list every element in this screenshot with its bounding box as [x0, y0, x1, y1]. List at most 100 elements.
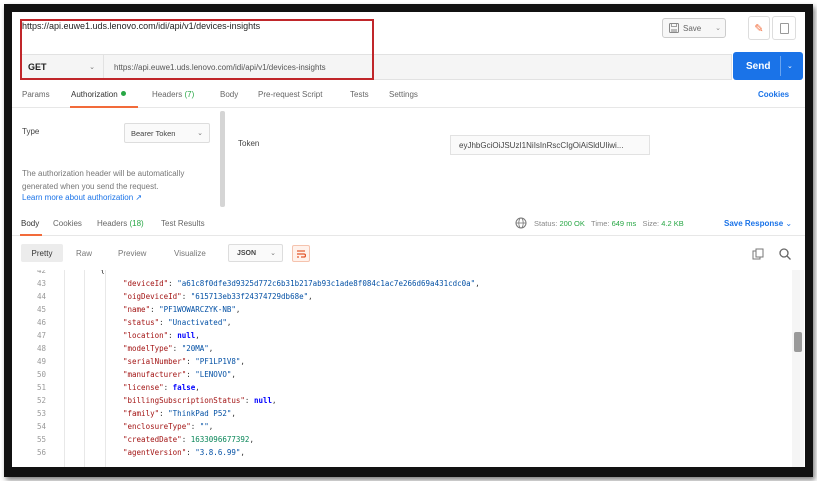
globe-icon[interactable] — [515, 217, 527, 229]
wrap-lines-icon — [297, 249, 306, 258]
json-comma: , — [249, 435, 254, 444]
json-comma: , — [308, 292, 313, 301]
line-number: 54 — [36, 422, 46, 431]
response-tab-test-results[interactable]: Test Results — [161, 219, 205, 228]
save-response-button[interactable]: Save Response ⌄ — [724, 219, 792, 228]
auth-type-value: Bearer Token — [131, 128, 176, 138]
auth-type-label: Type — [22, 127, 40, 136]
chevron-down-icon: ⌄ — [270, 250, 276, 257]
json-value: "PF1WOWARCZYK-NB" — [159, 305, 236, 314]
line-number: 42 — [36, 270, 46, 275]
line-number: 43 — [36, 279, 46, 288]
cookies-link[interactable]: Cookies — [758, 90, 789, 99]
response-tab-headers[interactable]: Headers (18) — [97, 219, 144, 228]
json-comma: , — [240, 448, 245, 457]
json-colon: : — [190, 422, 200, 431]
status-label: Status: — [534, 219, 558, 228]
learn-more-link[interactable]: Learn more about authorization ↗ — [22, 193, 142, 202]
code-line: "status": "Unactivated", — [123, 317, 231, 329]
scrollbar-thumb[interactable] — [794, 332, 802, 352]
json-comma: , — [235, 305, 241, 314]
response-tab-body[interactable]: Body — [21, 219, 39, 228]
json-key: "enclosureType" — [123, 422, 191, 431]
line-number: 48 — [36, 344, 46, 353]
format-select[interactable]: JSON ⌄ — [228, 244, 283, 262]
token-input[interactable]: eyJhbGciOiJSUzI1NiIsInRscCIgOiAiSldUIiwi… — [450, 135, 650, 155]
status-value: 200 OK — [559, 219, 585, 228]
response-body-editor[interactable]: 42 43 44 45 46 47 48 49 50 51 52 53 54 55 56 { "device… — [12, 270, 805, 467]
code-line: "billingSubscriptionStatus": null, — [123, 395, 277, 407]
chevron-down-icon: ⌄ — [715, 25, 721, 32]
chevron-down-icon: ⌄ — [89, 64, 95, 71]
json-comma: , — [475, 279, 480, 288]
save-button[interactable]: Save ⌄ — [662, 18, 726, 38]
copy-icon[interactable] — [752, 248, 764, 260]
request-name[interactable]: https://api.euwe1.uds.lenovo.com/idi/api… — [22, 21, 260, 31]
json-value: "3.8.6.99" — [195, 448, 241, 457]
json-colon: : — [163, 383, 173, 392]
edit-button[interactable]: ✎ — [748, 16, 770, 40]
docs-button[interactable] — [772, 16, 796, 40]
line-number: 44 — [36, 292, 46, 301]
tab-params[interactable]: Params — [22, 90, 50, 99]
response-toolbar: Pretty Raw Preview Visualize JSON ⌄ — [12, 238, 805, 268]
time-value: 649 ms — [611, 219, 637, 228]
code-line: "modelType": "20MA", — [123, 343, 213, 355]
size-value: 4.2 KB — [661, 219, 684, 228]
json-value: "Unactivated" — [168, 318, 227, 327]
tab-tests[interactable]: Tests — [350, 90, 369, 99]
tab-prerequest-script[interactable]: Pre-request Script — [258, 90, 322, 99]
json-colon: : — [244, 396, 254, 405]
method-select[interactable]: GET ⌄ — [21, 54, 103, 80]
json-comma: , — [208, 344, 214, 353]
view-preview-button[interactable]: Preview — [118, 244, 146, 262]
save-response-label: Save Response — [724, 219, 784, 228]
auth-type-select[interactable]: Bearer Token ⌄ — [124, 123, 210, 143]
send-button[interactable]: Send ⌄ — [733, 52, 803, 80]
format-value: JSON — [237, 249, 257, 257]
response-tab-cookies[interactable]: Cookies — [53, 219, 82, 228]
line-number: 52 — [36, 396, 46, 405]
json-comma: , — [226, 318, 232, 327]
json-value: "PF1LP1V8" — [195, 357, 241, 366]
json-key: "name" — [123, 305, 151, 314]
scrollbar-track[interactable] — [792, 270, 804, 467]
json-comma: , — [231, 370, 236, 379]
token-value: eyJhbGciOiJSUzI1NiIsInRscCIgOiAiSldUIiwi… — [459, 140, 624, 150]
tab-body[interactable]: Body — [220, 90, 238, 99]
json-value: null — [177, 331, 196, 340]
json-colon: : — [159, 318, 169, 327]
authorization-panel: Type Bearer Token ⌄ The authorization he… — [12, 109, 805, 214]
json-key: "modelType" — [123, 344, 173, 353]
line-number: 51 — [36, 383, 46, 392]
code-line: "enclosureType": "", — [123, 421, 213, 433]
json-colon: : — [186, 370, 196, 379]
view-pretty-button[interactable]: Pretty — [21, 244, 63, 262]
json-key: "family" — [123, 409, 160, 418]
view-raw-button[interactable]: Raw — [76, 244, 92, 262]
code-line: "deviceId": "a61c8f0dfe3d9325d772c6b31b2… — [123, 278, 480, 290]
tab-authorization[interactable]: Authorization — [71, 90, 126, 99]
send-separator — [780, 56, 781, 76]
json-comma: , — [208, 422, 214, 431]
chevron-down-icon: ⌄ — [197, 130, 203, 137]
search-icon[interactable] — [778, 247, 792, 261]
json-key: "license" — [123, 383, 164, 392]
chevron-down-icon[interactable]: ⌄ — [787, 62, 793, 70]
json-value: "20MA" — [181, 344, 209, 353]
request-title-bar: https://api.euwe1.uds.lenovo.com/idi/api… — [12, 12, 805, 48]
chevron-down-icon: ⌄ — [785, 219, 793, 228]
json-colon: : — [172, 344, 182, 353]
json-colon: : — [181, 435, 191, 444]
json-key: "billingSubscriptionStatus" — [123, 396, 245, 405]
wrap-lines-button[interactable] — [292, 245, 310, 262]
json-value: "a61c8f0dfe3d9325d772c6b31b217ab93c1ade8… — [177, 279, 476, 288]
tab-settings[interactable]: Settings — [389, 90, 418, 99]
tab-headers[interactable]: Headers (7) — [152, 90, 194, 99]
panel-resize-handle[interactable] — [220, 111, 225, 207]
json-value: null — [253, 396, 273, 405]
url-input[interactable]: https://api.euwe1.uds.lenovo.com/idi/api… — [103, 54, 732, 80]
view-visualize-button[interactable]: Visualize — [174, 244, 206, 262]
pencil-icon: ✎ — [754, 22, 764, 35]
json-comma: , — [240, 357, 245, 366]
